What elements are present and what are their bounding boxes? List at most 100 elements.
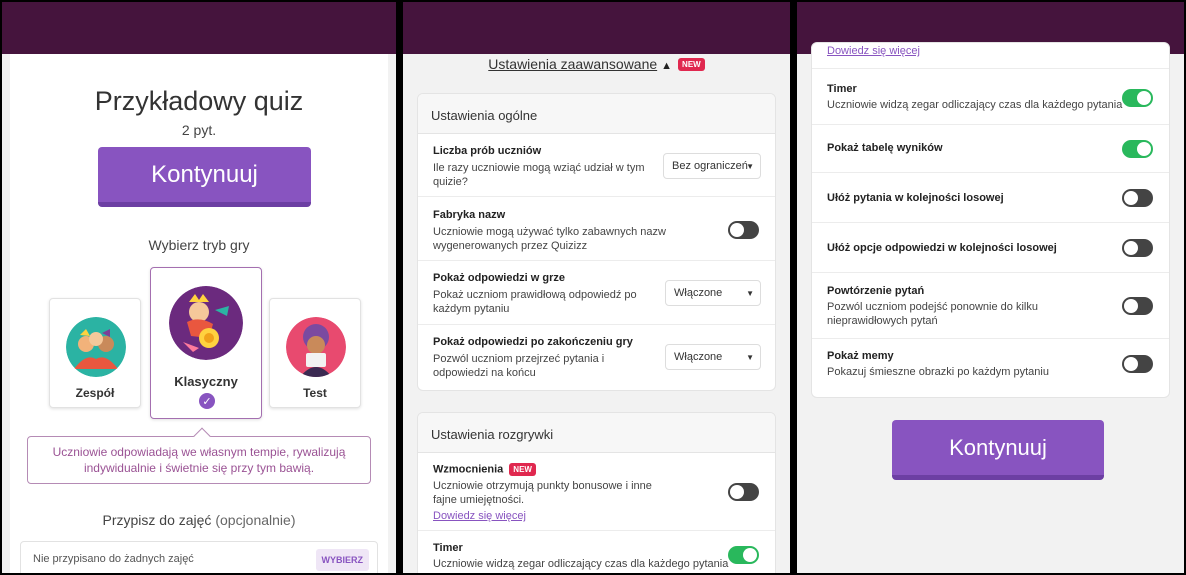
setting-title: Timer <box>433 542 463 554</box>
mode-heading: Wybierz tryb gry <box>148 237 250 253</box>
setting-row: Ułóż opcje odpowiedzi w kolejności losow… <box>812 223 1169 273</box>
setting-title: Timer <box>827 83 857 95</box>
toggle-knob <box>1124 241 1138 255</box>
setting-description: Uczniowie widzą zegar odliczający czas d… <box>827 99 1123 111</box>
setting-description: Uczniowie mogą używać tylko zabawnych na… <box>433 226 666 252</box>
select-value: Bez ograniczeń <box>672 160 748 172</box>
quiz-card: Przykładowy quiz 2 pyt. Kontynuuj Wybier… <box>10 54 388 573</box>
game-setup-panel: Przykładowy quiz 2 pyt. Kontynuuj Wybier… <box>0 0 398 575</box>
mode-label-test: Test <box>303 386 327 400</box>
learn-more-link[interactable]: Dowiedz się więcej <box>827 45 920 57</box>
learn-more-link[interactable]: Dowiedz się więcej <box>433 510 526 522</box>
section-title: Ustawienia ogólne <box>418 94 775 134</box>
setting-title: Liczba prób uczniów <box>433 145 542 157</box>
selected-check-icon: ✓ <box>199 393 215 409</box>
continue-button[interactable]: Kontynuuj <box>98 147 311 207</box>
choose-class-button[interactable]: WYBIERZ <box>315 549 369 571</box>
setting-title: Pokaż odpowiedzi w grze <box>433 272 566 284</box>
assign-heading-label: Przypisz do zajęć <box>102 512 212 528</box>
quiz-title: Przykładowy quiz <box>94 86 304 116</box>
section-title: Ustawienia rozgrywki <box>418 413 775 453</box>
select-value: Włączone <box>674 351 723 363</box>
setting-title: Wzmocnienia NEW <box>433 463 536 476</box>
setting-row: Fabryka nazw Uczniowie mogą używać tylko… <box>418 197 775 261</box>
new-badge: NEW <box>678 58 705 72</box>
assign-optional-label: (opcjonalnie) <box>215 512 296 528</box>
toggle-knob <box>743 548 757 562</box>
assign-class-field[interactable]: Nie przypisano do żadnych zajęć WYBIERZ <box>20 541 378 573</box>
toggle-knob <box>730 485 744 499</box>
setting-row: Timer Uczniowie widzą zegar odliczający … <box>418 531 775 573</box>
question-count: 2 pyt. <box>181 122 217 138</box>
gameplay-settings-section: Ustawienia rozgrywki Wzmocnienia NEW Uczn… <box>417 412 776 573</box>
mode-label-team: Zespół <box>75 386 115 400</box>
setting-description: Pokazuj śmieszne obrazki po każdym pytan… <box>827 366 1049 378</box>
caret-down-icon: ▼ <box>746 352 754 362</box>
classic-illustration-icon <box>169 286 243 360</box>
show-answers-select[interactable]: Włączone ▼ <box>665 280 761 306</box>
attempts-select[interactable]: Bez ograniczeń ▼ <box>663 153 761 179</box>
redemption-questions-toggle[interactable] <box>1122 297 1153 315</box>
setting-title: Pokaż odpowiedzi po zakończeniu gry <box>433 336 633 348</box>
advanced-settings-toggle[interactable]: Ustawienia zaawansowane ▲ NEW <box>403 56 790 74</box>
setting-title: Ułóż opcje odpowiedzi w kolejności losow… <box>827 242 1057 254</box>
shuffle-answers-toggle[interactable] <box>1122 239 1153 257</box>
setting-description: Uczniowie otrzymują punkty bonusowe i in… <box>433 480 652 506</box>
setting-row: Pokaż odpowiedzi w grze Pokaż uczniom pr… <box>418 261 775 325</box>
mode-description: Uczniowie odpowiadają we własnym tempie,… <box>27 436 371 484</box>
setting-title-text: Wzmocnienia <box>433 463 504 476</box>
memes-toggle[interactable] <box>1122 355 1153 373</box>
setting-row: Pokaż odpowiedzi po zakończeniu gry Pozw… <box>418 325 775 389</box>
mode-card-classic[interactable]: Klasyczny ✓ <box>150 267 262 419</box>
caret-down-icon: ▼ <box>746 161 754 171</box>
team-illustration-icon <box>66 317 126 377</box>
setting-title: Pokaż tabelę wyników <box>827 142 943 154</box>
setting-row: Liczba prób uczniów Ile razy uczniowie m… <box>418 134 775 197</box>
leaderboard-toggle[interactable] <box>1122 140 1153 158</box>
mode-card-team[interactable]: Zespół <box>49 298 141 408</box>
toggle-knob <box>730 223 744 237</box>
toggle-knob <box>1137 91 1151 105</box>
toggle-knob <box>1124 299 1138 313</box>
advanced-settings-panel: Ustawienia zaawansowane ▲ NEW Ustawienia o… <box>401 0 792 575</box>
test-illustration-icon <box>286 317 346 377</box>
top-header-bar <box>403 2 790 54</box>
setting-row: Ułóż pytania w kolejności losowej <box>812 173 1169 223</box>
gameplay-settings-panel: Dowiedz się więcej Timer Uczniowie widzą… <box>795 0 1186 575</box>
name-factory-toggle[interactable] <box>728 221 759 239</box>
setting-row: Pokaż tabelę wyników <box>812 125 1169 173</box>
gameplay-settings-section: Dowiedz się więcej Timer Uczniowie widzą… <box>811 42 1170 398</box>
general-settings-section: Ustawienia ogólne Liczba prób uczniów Il… <box>417 93 776 391</box>
show-answers-end-select[interactable]: Włączone ▼ <box>665 344 761 370</box>
mode-card-test[interactable]: Test <box>269 298 361 408</box>
shuffle-questions-toggle[interactable] <box>1122 189 1153 207</box>
advanced-settings-link[interactable]: Ustawienia zaawansowane <box>488 56 657 72</box>
chevron-up-icon[interactable]: ▲ <box>661 60 672 72</box>
timer-toggle[interactable] <box>1122 89 1153 107</box>
power-ups-toggle[interactable] <box>728 483 759 501</box>
assign-heading: Przypisz do zajęć (opcjonalnie) <box>10 512 388 528</box>
timer-toggle[interactable] <box>728 546 759 564</box>
caret-down-icon: ▼ <box>746 288 754 298</box>
setting-description: Pokaż uczniom prawidłową odpowiedź po ka… <box>433 289 637 315</box>
setting-title: Powtórzenie pytań <box>827 285 925 297</box>
mode-label-classic: Klasyczny <box>174 374 238 389</box>
setting-row: Pokaż memy Pokazuj śmieszne obrazki po k… <box>812 339 1169 395</box>
setting-row: Powtórzenie pytań Pozwól uczniom podejść… <box>812 273 1169 339</box>
setting-row: Timer Uczniowie widzą zegar odliczający … <box>812 69 1169 125</box>
setting-row: Wzmocnienia NEW Uczniowie otrzymują punkt… <box>418 453 775 531</box>
setting-description: Uczniowie widzą zegar odliczający czas d… <box>433 558 729 570</box>
toggle-knob <box>1124 191 1138 205</box>
setting-description: Ile razy uczniowie mogą wziąć udział w t… <box>433 162 645 188</box>
assign-class-placeholder: Nie przypisano do żadnych zajęć <box>33 553 194 565</box>
setting-description: Pozwól uczniom przejrzeć pytania i odpow… <box>433 353 605 379</box>
setting-title: Pokaż memy <box>827 350 894 362</box>
setting-title: Ułóż pytania w kolejności losowej <box>827 192 1004 204</box>
new-badge: NEW <box>509 463 536 476</box>
top-header-bar <box>2 2 396 54</box>
continue-button[interactable]: Kontynuuj <box>892 420 1104 480</box>
toggle-knob <box>1137 142 1151 156</box>
setting-description: Pozwól uczniom podejść ponownie do kilku… <box>827 301 1038 327</box>
setting-row: Dowiedz się więcej <box>812 43 1169 69</box>
select-value: Włączone <box>674 287 723 299</box>
